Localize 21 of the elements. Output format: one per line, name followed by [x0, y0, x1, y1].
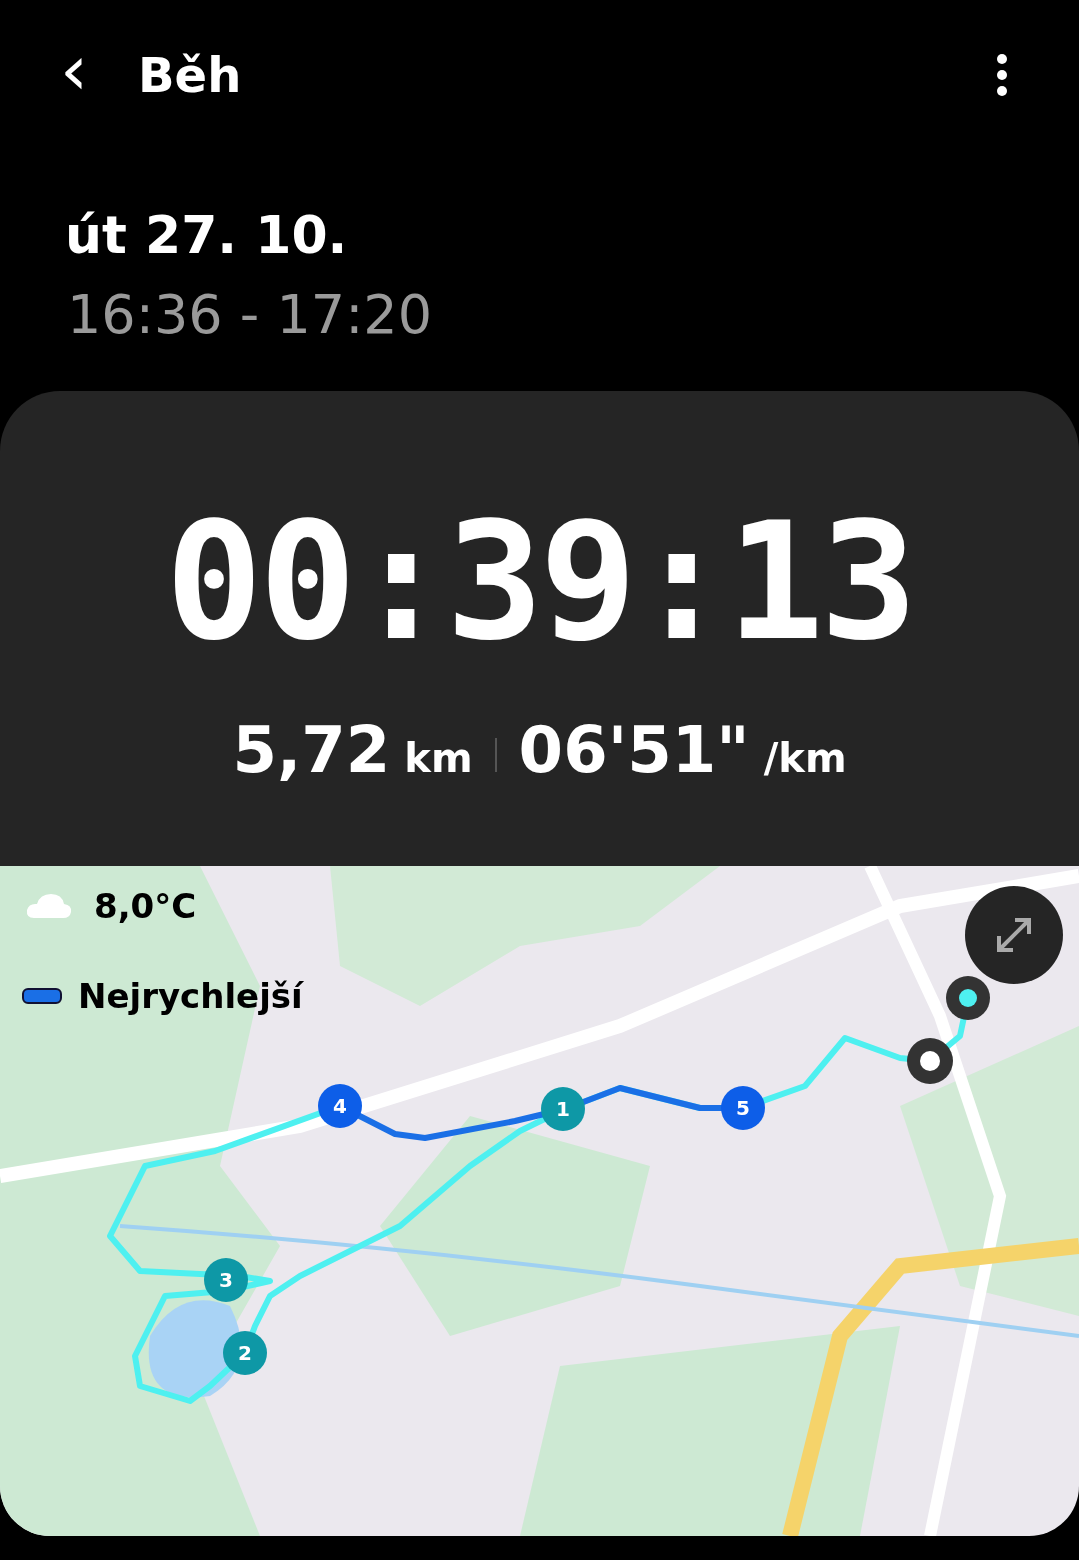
km-marker: 5 [721, 1086, 765, 1130]
cloud-icon [26, 892, 72, 920]
fastest-legend-swatch [22, 988, 62, 1004]
finish-pin-icon [907, 1038, 953, 1084]
workout-date: út 27. 10. [64, 204, 349, 265]
km-marker: 1 [541, 1087, 585, 1131]
distance-unit: km [404, 735, 473, 781]
temperature: 8,0°C [94, 886, 197, 926]
distance-value: 5,72 [232, 713, 391, 787]
km-marker: 2 [223, 1331, 267, 1375]
page-title: Běh [138, 47, 243, 103]
km-marker: 3 [204, 1258, 248, 1302]
workout-duration: 00:39:13 [165, 501, 914, 663]
km-marker: 4 [318, 1084, 362, 1128]
pace-value: 06'51" [518, 713, 750, 787]
legend-label: Nejrychlejší [78, 976, 303, 1016]
pace-unit: /km [763, 735, 847, 781]
start-pin-icon [946, 976, 990, 1020]
more-options-icon[interactable] [995, 53, 1009, 97]
back-button[interactable]: ‹ [60, 35, 88, 105]
workout-time-range: 16:36 - 17:20 [66, 282, 434, 346]
